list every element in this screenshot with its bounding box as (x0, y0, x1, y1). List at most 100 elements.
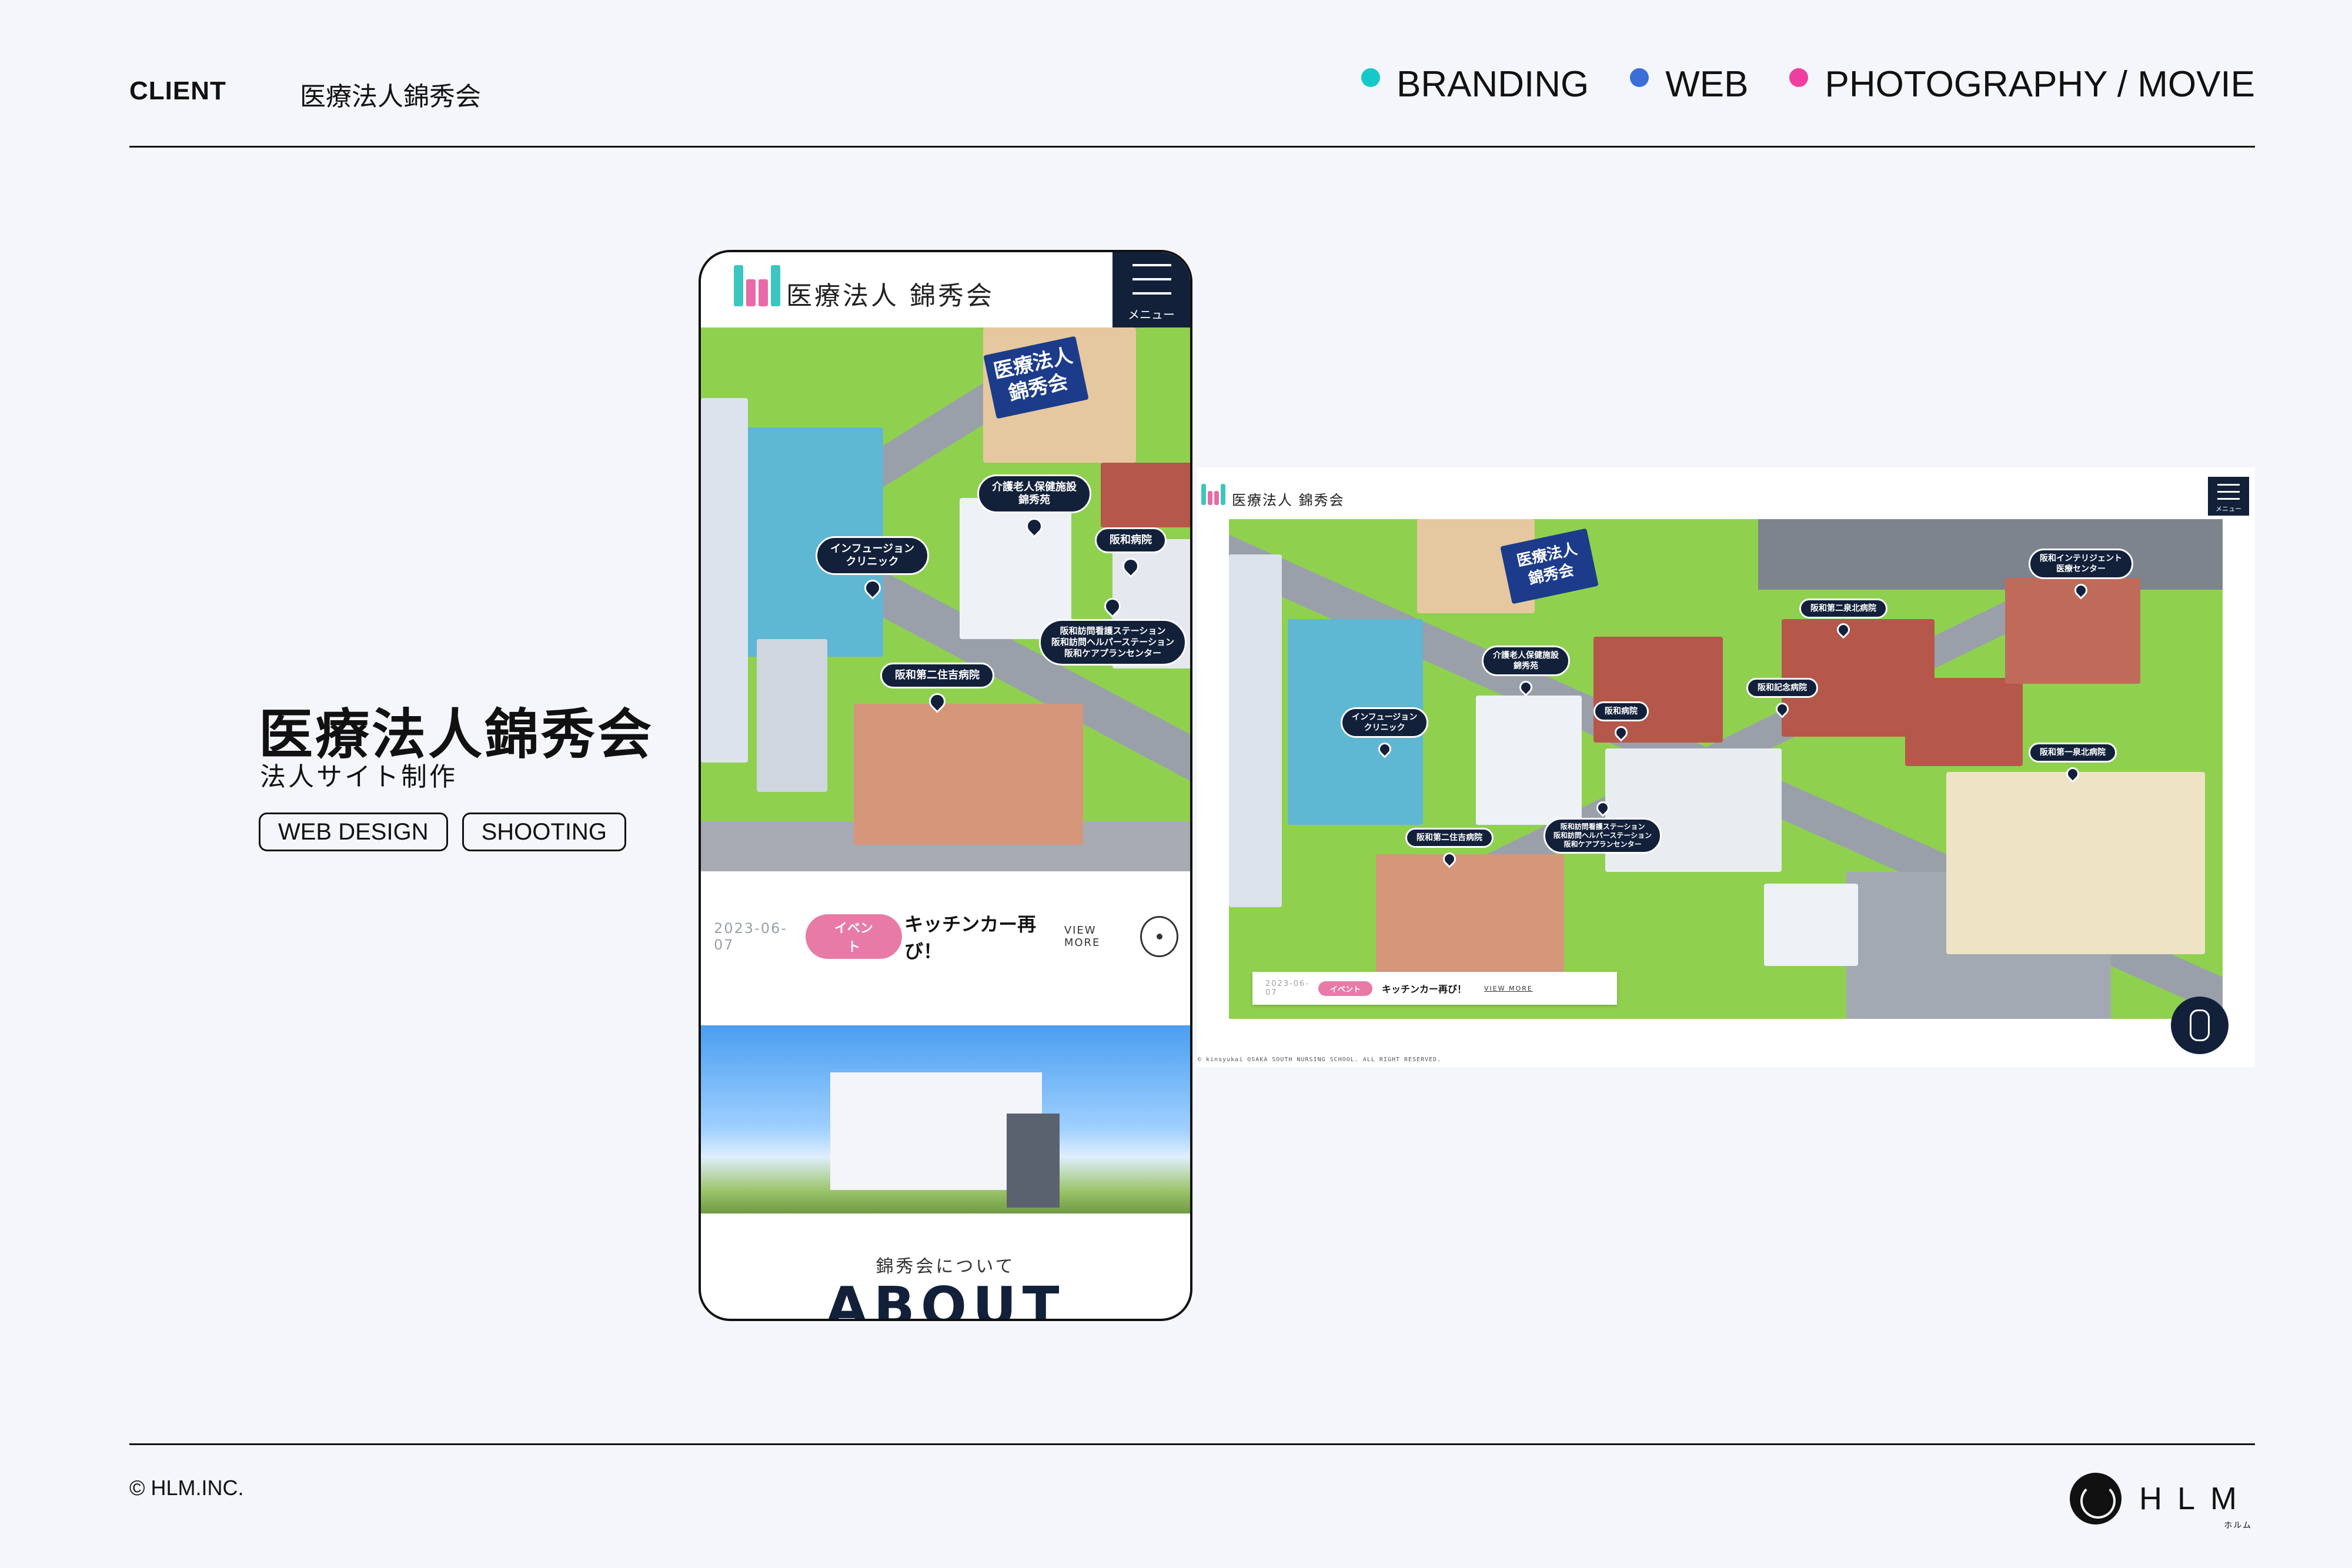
map-pin-icon (1023, 514, 1046, 538)
view-more-link[interactable]: VIEW MORE (1064, 924, 1131, 949)
menu-label: メニュー (1128, 307, 1175, 322)
map-pin-icon (2072, 581, 2090, 600)
map-pin[interactable]: 阪和病院 (1095, 527, 1167, 578)
building (854, 704, 1083, 845)
map-pin-icon (1593, 798, 1612, 817)
tag-web-design[interactable]: WEB DESIGN (259, 813, 448, 851)
map-pin-icon (1101, 594, 1125, 618)
pin-label: 阪和訪問看護ステーション 阪和訪問ヘルパーステーション 阪和ケアプランセンター (1544, 818, 1662, 854)
hamburger-icon-bar (1132, 278, 1171, 280)
header-divider (129, 146, 2255, 148)
view-more-link[interactable]: VIEW MORE (1484, 985, 1533, 992)
category-list: BRANDING WEB PHOTOGRAPHY / MOVIE (1361, 63, 2255, 105)
map-pin-icon (2063, 764, 2082, 783)
about-heading: ABOUT (826, 1275, 1065, 1321)
news-item[interactable]: 2023-06-07 イベント キッチンカー再び！ VIEW MORE (1252, 972, 1617, 1005)
building (1946, 772, 2205, 954)
map-pin[interactable]: 阪和第二住吉病院 (1405, 828, 1494, 868)
news-date: 2023-06-07 (714, 920, 787, 953)
menu-button[interactable]: メニュー (1112, 252, 1190, 327)
building (1764, 884, 1858, 966)
building (1229, 554, 1282, 907)
footer-copyright: © HLM.INC. (129, 1476, 244, 1500)
map-pin[interactable]: 阪和インテリジェント 医療センター (2029, 549, 2133, 600)
map-pin-icon (1834, 620, 1853, 639)
category-dot-icon (1789, 68, 1809, 87)
mobile-campus-map: 医療法人 錦秀会 介護老人保健施設 錦秀苑 インフュージョン クリニック 阪和病… (701, 327, 1190, 871)
site-logo-icon[interactable] (1201, 484, 1225, 505)
map-pin[interactable]: 阪和病院 (1593, 701, 1649, 742)
hamburger-icon-bar (1132, 292, 1171, 295)
map-pin[interactable]: 阪和訪問看護ステーション 阪和訪問ヘルパーステーション 阪和ケアプランセンター (1544, 798, 1662, 854)
mobile-mockup: 医療法人 錦秀会 メニュー 医療法人 錦秀会 介護老人保健施設 錦秀苑 インフュ… (699, 250, 1192, 1321)
pin-label: 阪和病院 (1593, 701, 1649, 721)
pin-label: インフュージョン クリニック (816, 536, 930, 575)
hamburger-icon-bar (2217, 498, 2240, 500)
news-headline: キッチンカー再び！ (904, 913, 1037, 962)
site-logo-text[interactable]: 医療法人 錦秀会 (1232, 489, 1345, 509)
map-pin[interactable]: インフュージョン クリニック (816, 536, 930, 600)
pin-label: 介護老人保健施設 錦秀苑 (977, 474, 1091, 513)
brand-name: HLM (2139, 1481, 2252, 1516)
pin-label: 阪和病院 (1095, 527, 1167, 553)
site-logo-text[interactable]: 医療法人 錦秀会 (786, 275, 994, 312)
menu-label: メニュー (2216, 505, 2241, 513)
news-item[interactable]: 2023-06-07 イベント キッチンカー再び！ VIEW MORE (714, 910, 1178, 964)
pin-label: 阪和第二泉北病院 (1799, 599, 1887, 618)
site-logo-icon[interactable] (734, 265, 780, 306)
building (757, 639, 827, 792)
hamburger-icon (2217, 484, 2240, 486)
category-label: BRANDING (1396, 64, 1589, 105)
footer-divider (129, 1443, 2255, 1445)
hamburger-icon (1132, 264, 1171, 266)
hamburger-icon-bar (2217, 491, 2240, 493)
pin-label: 阪和第二住吉病院 (880, 663, 994, 688)
map-pin[interactable]: 阪和訪問看護ステーション 阪和訪問ヘルパーステーション 阪和ケアプランセンター (1039, 594, 1187, 666)
pin-label: 阪和第二住吉病院 (1405, 828, 1494, 848)
map-pin-icon (1773, 700, 1792, 718)
site-copyright: © kinsyukai OSAKA SOUTH NURSING SCHOOL. … (1198, 1057, 1442, 1063)
map-pin-icon (860, 576, 884, 600)
pin-label: 阪和インテリジェント 医療センター (2029, 549, 2133, 579)
news-category-badge: イベント (1318, 981, 1373, 996)
map-pin-icon (926, 690, 949, 713)
pin-label: インフュージョン クリニック (1341, 707, 1429, 738)
news-category-badge: イベント (805, 914, 903, 959)
category-web[interactable]: WEB (1630, 63, 1748, 105)
tag-shooting[interactable]: SHOOTING (462, 813, 626, 851)
map-pin[interactable]: 阪和第一泉北病院 (2029, 743, 2117, 783)
map-pin[interactable]: 阪和記念病院 (1746, 678, 1818, 718)
pin-label: 阪和訪問看護ステーション 阪和訪問ヘルパーステーション 阪和ケアプランセンター (1039, 619, 1187, 666)
next-arrow-icon[interactable] (1140, 916, 1178, 957)
map-pin[interactable]: 介護老人保健施設 錦秀苑 (977, 474, 1091, 538)
map-pin-icon (1612, 723, 1631, 742)
news-headline: キッチンカー再び！ (1382, 984, 1467, 995)
project-subtitle: 法人サイト制作 (260, 762, 457, 792)
scroll-mouse-icon[interactable] (2171, 997, 2229, 1054)
building (1101, 463, 1190, 527)
map-pin[interactable]: 阪和第二住吉病院 (880, 663, 994, 713)
category-label: PHOTOGRAPHY / MOVIE (1825, 64, 2255, 105)
desktop-mockup: 医療法人 錦秀会 メニュー 医療法人 錦秀会 阪和インテリジェント 医療センター… (1197, 467, 2255, 1067)
building (701, 398, 748, 763)
brand-kana: ホルム (2224, 1521, 2252, 1530)
about-subtitle: 錦秀会について (876, 1256, 1015, 1277)
map-pin-icon (1440, 850, 1459, 868)
project-tags: WEB DESIGN SHOOTING (259, 813, 626, 851)
map-pin[interactable]: 阪和第二泉北病院 (1799, 599, 1887, 639)
map-pin[interactable]: 介護老人保健施設 錦秀苑 (1482, 646, 1570, 697)
mobile-site-header: 医療法人 錦秀会 メニュー (701, 252, 1190, 327)
pin-label: 阪和記念病院 (1746, 678, 1818, 698)
phoenix-emblem-icon (2069, 1473, 2122, 1524)
category-photography-movie[interactable]: PHOTOGRAPHY / MOVIE (1789, 63, 2255, 105)
map-pin-icon (1516, 678, 1535, 697)
category-branding[interactable]: BRANDING (1361, 63, 1589, 105)
client-label: CLIENT (129, 76, 226, 105)
building (1905, 678, 2023, 766)
pin-label: 阪和第一泉北病院 (2029, 743, 2117, 763)
hlm-logo[interactable]: HLM ホルム (2069, 1473, 2252, 1530)
news-date: 2023-06-07 (1265, 979, 1310, 997)
menu-button[interactable]: メニュー (2208, 477, 2249, 516)
client-name: 医療法人錦秀会 (300, 82, 481, 112)
map-pin[interactable]: インフュージョン クリニック (1341, 707, 1429, 758)
